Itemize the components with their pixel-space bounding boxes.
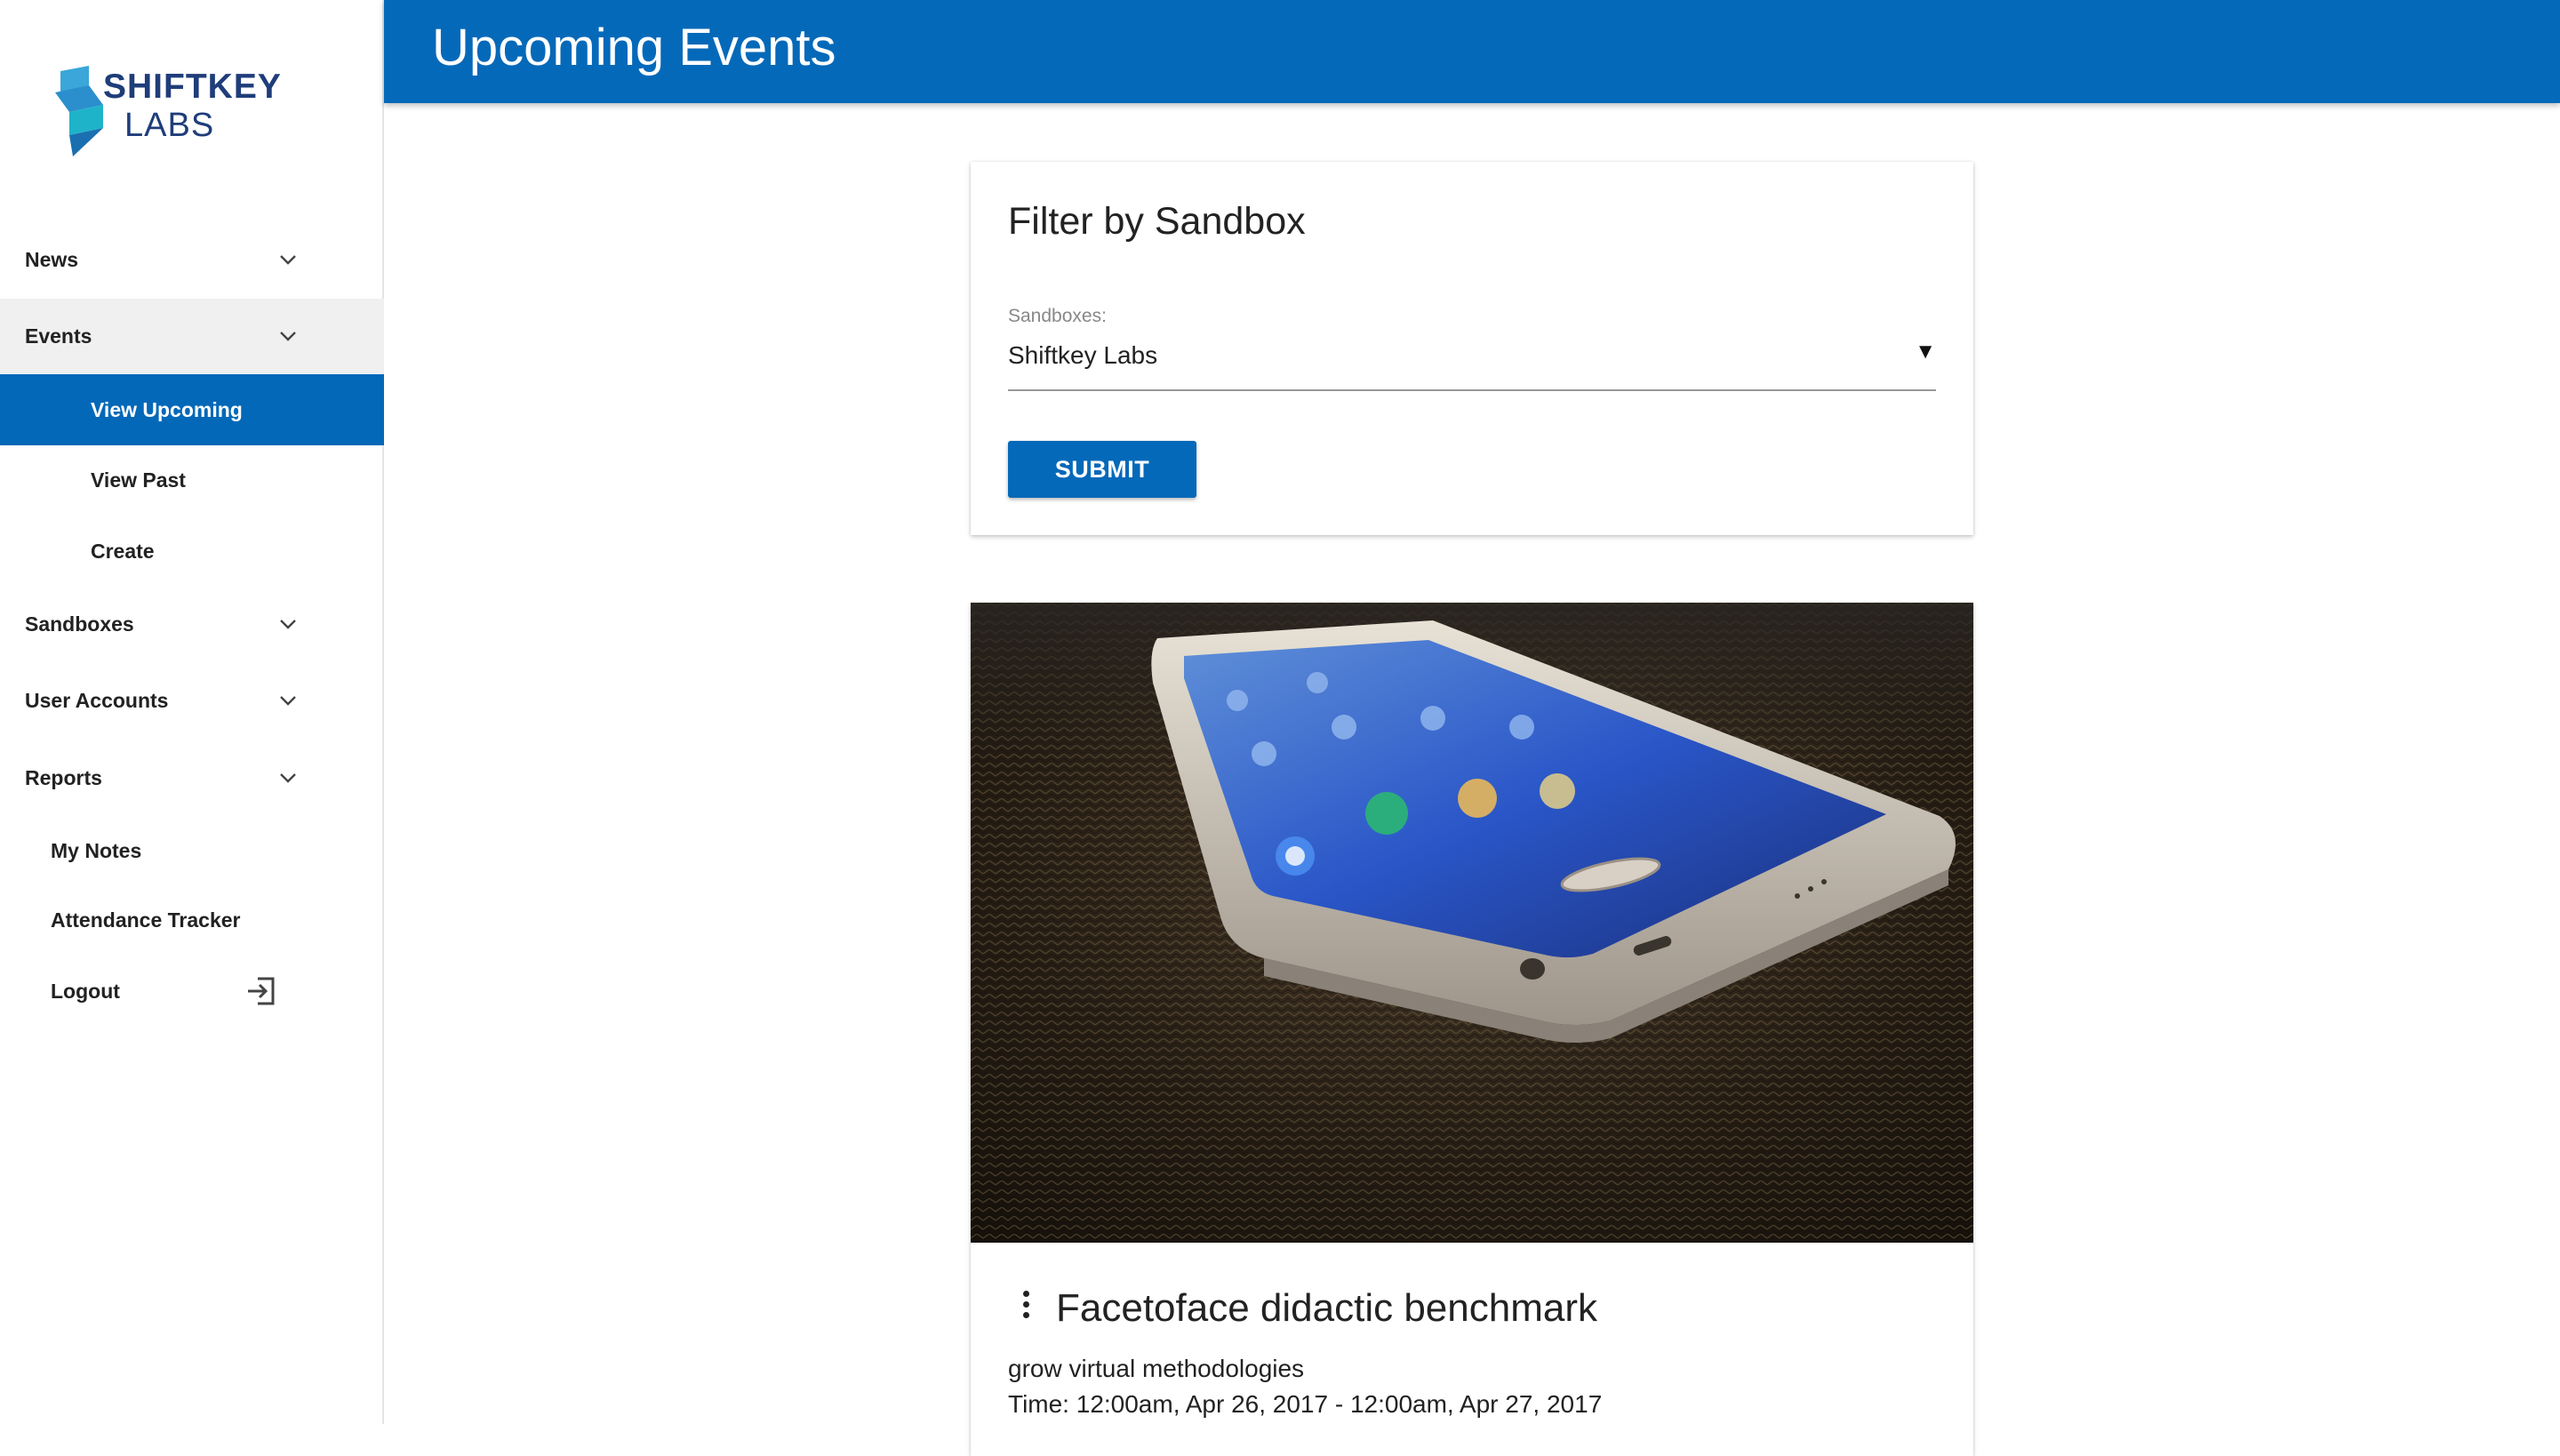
event-description: grow virtual methodologies bbox=[1008, 1355, 1305, 1382]
logo-text-primary: SHIFTKEY bbox=[103, 68, 282, 106]
sidebar-item-my-notes[interactable]: My Notes bbox=[0, 815, 384, 886]
page-title: Upcoming Events bbox=[432, 19, 836, 76]
event-time: Time: 12:00am, Apr 26, 2017 - 12:00am, A… bbox=[1008, 1390, 1603, 1418]
sidebar-item-user-accounts[interactable]: User Accounts bbox=[0, 663, 384, 738]
sidebar-item-label: Logout bbox=[51, 979, 120, 1003]
sidebar-item-view-past[interactable]: View Past bbox=[0, 444, 384, 516]
chevron-down-icon bbox=[280, 620, 296, 629]
sidebar-item-attendance-tracker[interactable]: Attendance Tracker bbox=[0, 884, 384, 956]
filter-card: Filter by Sandbox Sandboxes: Shiftkey La… bbox=[971, 162, 1973, 535]
logout-icon bbox=[248, 977, 275, 1005]
event-image bbox=[971, 603, 1973, 1243]
event-title: Facetoface didactic benchmark bbox=[1056, 1286, 1597, 1330]
sidebar: SHIFTKEY LABS News Events View Upcoming … bbox=[0, 0, 384, 1424]
sandbox-select[interactable]: Shiftkey Labs ▼ bbox=[1008, 336, 1936, 391]
dropdown-arrow-icon: ▼ bbox=[1915, 340, 1936, 364]
sidebar-item-label: View Past bbox=[91, 468, 186, 492]
shiftkey-labs-logo[interactable]: SHIFTKEY LABS bbox=[53, 66, 284, 164]
logo-text-secondary: LABS bbox=[124, 107, 215, 144]
sidebar-item-label: Reports bbox=[25, 765, 102, 789]
sidebar-item-label: News bbox=[25, 247, 79, 271]
sidebar-item-label: Sandboxes bbox=[25, 612, 134, 636]
event-card: Facetoface didactic benchmark grow virtu… bbox=[971, 603, 1973, 1456]
sidebar-item-label: User Accounts bbox=[25, 688, 169, 712]
sidebar-item-label: Attendance Tracker bbox=[51, 908, 241, 932]
sidebar-item-create[interactable]: Create bbox=[0, 516, 384, 587]
page-header: Upcoming Events bbox=[384, 0, 2560, 103]
sidebar-item-reports[interactable]: Reports bbox=[0, 740, 384, 815]
filter-card-title: Filter by Sandbox bbox=[1008, 200, 1306, 243]
sidebar-item-label: Events bbox=[25, 324, 92, 348]
sandbox-select-value: Shiftkey Labs bbox=[1008, 341, 1158, 369]
sidebar-item-logout[interactable]: Logout bbox=[0, 956, 384, 1027]
sidebar-item-label: View Upcoming bbox=[91, 397, 243, 421]
sidebar-item-label: Create bbox=[91, 539, 155, 563]
submit-button[interactable]: SUBMIT bbox=[1008, 441, 1196, 498]
sidebar-item-sandboxes[interactable]: Sandboxes bbox=[0, 587, 384, 661]
logo-mark-icon bbox=[55, 66, 103, 156]
chevron-down-icon bbox=[280, 332, 296, 341]
chevron-down-icon bbox=[280, 773, 296, 783]
chevron-down-icon bbox=[280, 696, 296, 706]
sidebar-item-label: My Notes bbox=[51, 838, 142, 862]
sidebar-item-view-upcoming[interactable]: View Upcoming bbox=[0, 374, 384, 445]
sandboxes-label: Sandboxes: bbox=[1008, 306, 1107, 326]
sidebar-item-events[interactable]: Events bbox=[0, 299, 384, 373]
sidebar-item-news[interactable]: News bbox=[0, 222, 384, 297]
more-options-icon[interactable] bbox=[1019, 1291, 1033, 1326]
chevron-down-icon bbox=[280, 255, 296, 265]
smartphone-photo-icon bbox=[971, 603, 1973, 1243]
